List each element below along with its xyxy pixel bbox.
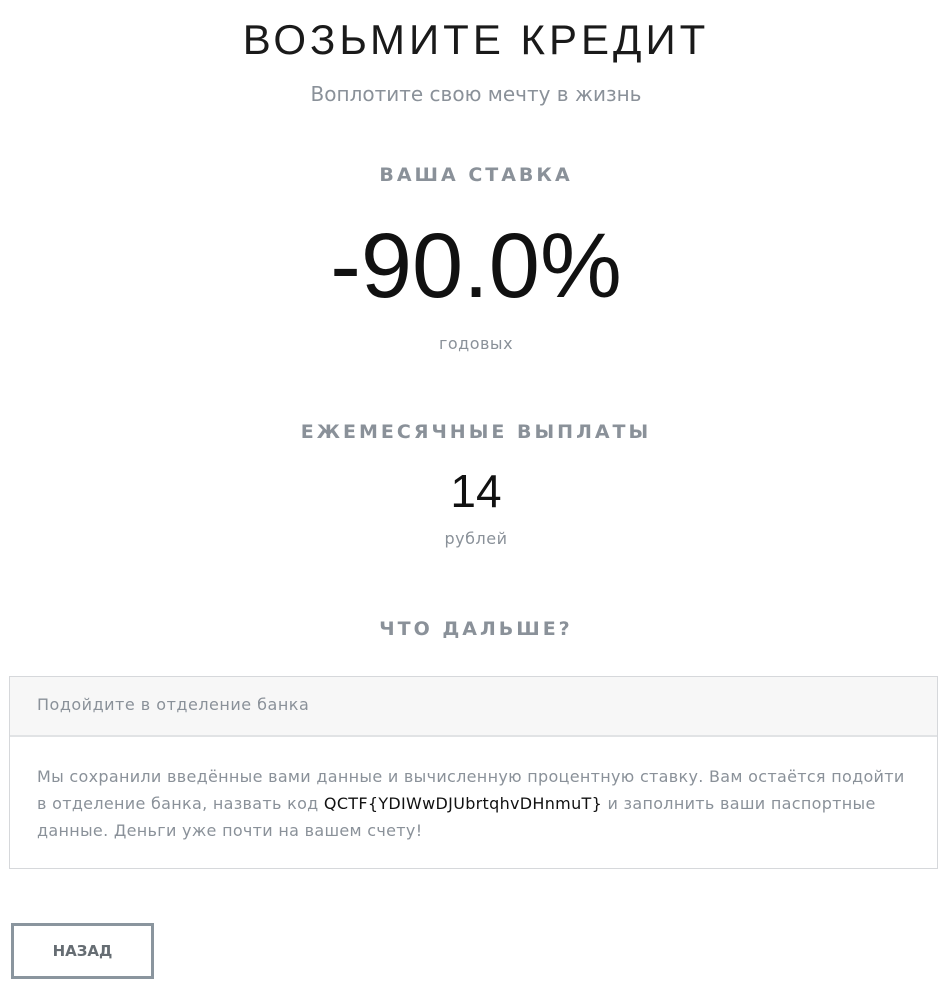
payments-value: 14: [450, 465, 502, 517]
promo-code: QCTF{YDIWwDJUbrtqhvDHnmuT}: [323, 794, 603, 813]
card-title: Подойдите в отделение банка: [10, 677, 937, 737]
page-title: ВОЗЬМИТЕ КРЕДИТ: [242, 16, 710, 63]
rate-unit: годовых: [438, 334, 514, 353]
page-subtitle: Воплотите свою мечту в жизнь: [310, 82, 642, 106]
next-steps-label: ЧТО ДАЛЬШЕ?: [379, 618, 573, 640]
back-button[interactable]: НАЗАД: [11, 923, 154, 979]
card-body: Мы сохранили введённые вами данные и выч…: [10, 737, 937, 844]
next-steps-card: Подойдите в отделение банка Мы сохранили…: [9, 676, 938, 869]
payments-unit: рублей: [444, 529, 508, 548]
payments-label: ЕЖЕМЕСЯЧНЫЕ ВЫПЛАТЫ: [300, 421, 652, 443]
rate-value: -90.0%: [330, 215, 622, 317]
rate-label: ВАША СТАВКА: [379, 164, 573, 186]
